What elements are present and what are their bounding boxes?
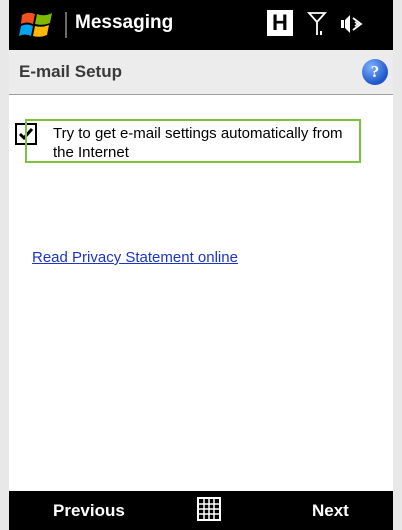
next-button[interactable]: Next xyxy=(312,501,349,521)
keyboard-icon[interactable] xyxy=(197,497,221,521)
help-icon[interactable]: ? xyxy=(362,59,388,85)
softkey-bar: Previous Next xyxy=(9,491,393,530)
previous-button[interactable]: Previous xyxy=(53,501,125,521)
screen: Messaging H E-mail Setup ? Try to get e-… xyxy=(9,0,393,530)
status-divider xyxy=(65,12,67,38)
right-bezel xyxy=(393,0,402,530)
auto-settings-option[interactable]: Try to get e-mail settings automatically… xyxy=(25,119,361,163)
app-title[interactable]: Messaging xyxy=(75,12,173,34)
h-network-icon[interactable]: H xyxy=(267,10,293,36)
left-bezel xyxy=(0,0,9,530)
privacy-statement-link[interactable]: Read Privacy Statement online xyxy=(32,249,238,266)
page-title: E-mail Setup xyxy=(19,62,122,81)
signal-icon[interactable] xyxy=(307,11,327,37)
auto-settings-label[interactable]: Try to get e-mail settings automatically… xyxy=(53,124,359,162)
windows-start-icon[interactable] xyxy=(19,9,55,41)
status-bar: Messaging H xyxy=(9,0,393,50)
device-frame: Messaging H E-mail Setup ? Try to get e-… xyxy=(0,0,402,530)
main-content: Try to get e-mail settings automatically… xyxy=(9,95,393,491)
title-bar: E-mail Setup ? xyxy=(9,50,393,95)
volume-icon[interactable] xyxy=(339,11,365,37)
